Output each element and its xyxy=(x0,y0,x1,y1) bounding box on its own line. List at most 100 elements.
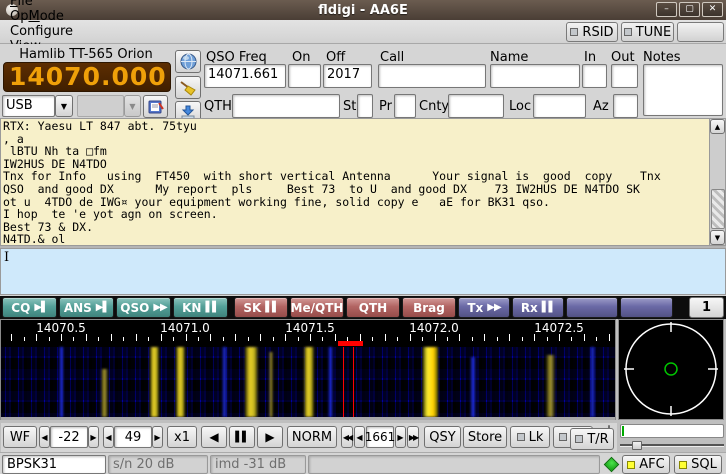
rst-in-input[interactable] xyxy=(582,64,607,88)
slider-thumb[interactable] xyxy=(632,441,642,450)
scale-tick xyxy=(310,334,311,341)
macro-button-ans[interactable]: ANS▶▌ xyxy=(59,297,114,318)
scale-tick xyxy=(559,334,560,341)
name-input[interactable] xyxy=(490,64,580,88)
freq-coarse-up-icon[interactable]: ▶▶ xyxy=(407,426,419,448)
qso-freq-input[interactable]: 14071.661 xyxy=(204,64,286,88)
logbook-button[interactable] xyxy=(143,95,168,118)
macro-button-me-qth[interactable]: Me/QTH xyxy=(290,297,344,318)
lock-button[interactable]: Lk xyxy=(510,426,550,448)
macro-label: Tx xyxy=(467,301,483,315)
range-value[interactable]: 49 xyxy=(114,426,152,448)
norm-button[interactable]: NORM xyxy=(287,426,337,448)
zoom-button[interactable]: x1 xyxy=(167,426,197,448)
macro-button-rx[interactable]: Rx▌▌ xyxy=(512,297,564,318)
macro-button-cq[interactable]: CQ▶▌ xyxy=(2,297,57,318)
cnty-input[interactable] xyxy=(448,94,504,118)
scroll-left-icon[interactable]: ◀ xyxy=(201,426,227,448)
st-input[interactable] xyxy=(357,94,373,118)
wf-toggle-button[interactable]: WF xyxy=(3,426,37,448)
waterfall-signal xyxy=(222,347,227,417)
waterfall-signal xyxy=(423,347,438,417)
menu-item-file[interactable]: File xyxy=(0,0,86,9)
scroll-right-icon[interactable]: ▶ xyxy=(257,426,283,448)
txrx-button[interactable]: T/R xyxy=(570,428,614,450)
macro-button-blank[interactable] xyxy=(620,297,673,318)
qth-input[interactable] xyxy=(232,94,340,118)
squelch-slider[interactable] xyxy=(620,441,724,450)
notes-input[interactable] xyxy=(643,64,723,116)
mode-status[interactable]: BPSK31 xyxy=(2,455,106,474)
rx-scrollbar[interactable]: ▲ ▼ xyxy=(709,119,725,245)
lo-value[interactable]: -22 xyxy=(50,426,88,448)
transmit-text-area[interactable]: I xyxy=(0,248,726,295)
scale-tick xyxy=(61,334,62,341)
pause-icon[interactable]: ▌▌ xyxy=(229,426,255,448)
audio-freq-value[interactable]: 1661 xyxy=(366,426,394,448)
scale-tick xyxy=(11,334,12,341)
call-input[interactable] xyxy=(378,64,486,88)
waterfall-scale: 14070.514071.014071.514072.014072.5 xyxy=(1,320,615,341)
mode-combo-arrow-icon[interactable]: ▼ xyxy=(55,95,73,117)
lo-increment-icon[interactable]: ▶ xyxy=(88,426,99,448)
macro-button-qso[interactable]: QSO▶▶ xyxy=(116,297,171,318)
macro-button-brag[interactable]: Brag xyxy=(402,297,456,318)
rsid-button[interactable]: RSID xyxy=(566,22,618,42)
scale-tick xyxy=(534,334,535,341)
az-input[interactable] xyxy=(613,94,638,118)
status-message xyxy=(308,455,600,474)
freq-coarse-down-icon[interactable]: ◀◀ xyxy=(341,426,353,448)
waterfall-display[interactable] xyxy=(1,347,615,417)
scale-tick xyxy=(210,334,211,341)
time-on-input[interactable] xyxy=(288,64,321,88)
minimize-button[interactable]: – xyxy=(656,2,677,17)
macro-button-qth[interactable]: QTH xyxy=(346,297,400,318)
macro-button-sk[interactable]: SK▌▌ xyxy=(234,297,288,318)
macro-label: Brag xyxy=(413,301,445,315)
tune-label: TUNE xyxy=(636,25,671,40)
macro-set-button[interactable]: 1 xyxy=(689,297,724,318)
scale-label: 14072.5 xyxy=(534,321,584,335)
pr-input[interactable] xyxy=(394,94,416,118)
macro-button-tx[interactable]: Tx▶▶ xyxy=(458,297,510,318)
scale-label: 14072.0 xyxy=(409,321,459,335)
receive-text-area[interactable]: RTX: Yaesu LT 847 abt. 75tyu, a lBTU Nh … xyxy=(0,118,726,246)
close-button[interactable]: ✕ xyxy=(702,2,723,17)
afc-button[interactable]: AFC xyxy=(622,455,670,474)
waterfall-signal xyxy=(59,347,64,417)
mode-combo-value[interactable]: USB xyxy=(2,95,55,117)
scroll-down-icon[interactable]: ▼ xyxy=(710,230,725,245)
scale-tick xyxy=(186,334,187,341)
store-button[interactable]: Store xyxy=(463,426,507,448)
freq-up-icon[interactable]: ▶ xyxy=(395,426,406,448)
rig-frequency-display[interactable]: 14070.000 xyxy=(3,62,171,92)
macro-button-blank[interactable] xyxy=(566,297,618,318)
qsy-button[interactable]: QSY xyxy=(424,426,461,448)
sql-button[interactable]: SQL xyxy=(674,455,722,474)
rx-line: RTX: Yaesu LT 847 abt. 75tyu xyxy=(3,120,707,133)
time-off-input[interactable]: 2017 xyxy=(323,64,372,88)
menu-item-configure[interactable]: Configure xyxy=(0,24,86,39)
rx-line: lBTU Nh ta □fm xyxy=(3,145,707,158)
waterfall-signal xyxy=(470,357,476,417)
window-title: fldigi - AA6E xyxy=(0,3,726,18)
range-decrement-icon[interactable]: ◀ xyxy=(103,426,114,448)
qrz-lookup-button[interactable] xyxy=(175,50,201,73)
macro-button-kn[interactable]: KN▌▌ xyxy=(173,297,228,318)
on-label: On xyxy=(292,50,310,65)
rig-qso-panel: Hamlib TT-565 Orion 14070.000 USB ▼ ▼ xyxy=(0,44,726,118)
freq-down-icon[interactable]: ◀ xyxy=(354,426,365,448)
rst-out-input[interactable] xyxy=(611,64,638,88)
rx-scrollbar-thumb[interactable] xyxy=(711,189,725,229)
tune-button[interactable]: TUNE xyxy=(621,22,674,42)
loc-input[interactable] xyxy=(533,94,586,118)
clear-fields-button[interactable] xyxy=(175,76,201,99)
maximize-button[interactable]: ▢ xyxy=(679,2,700,17)
lo-decrement-icon[interactable]: ◀ xyxy=(39,426,50,448)
range-increment-icon[interactable]: ▶ xyxy=(152,426,163,448)
rsid-label: RSID xyxy=(582,25,613,40)
scroll-up-icon[interactable]: ▲ xyxy=(710,119,725,134)
menu-item-op-mode[interactable]: Op Mode xyxy=(0,9,86,24)
sql-indicator xyxy=(679,461,687,469)
scope-graticule-icon xyxy=(619,320,723,419)
